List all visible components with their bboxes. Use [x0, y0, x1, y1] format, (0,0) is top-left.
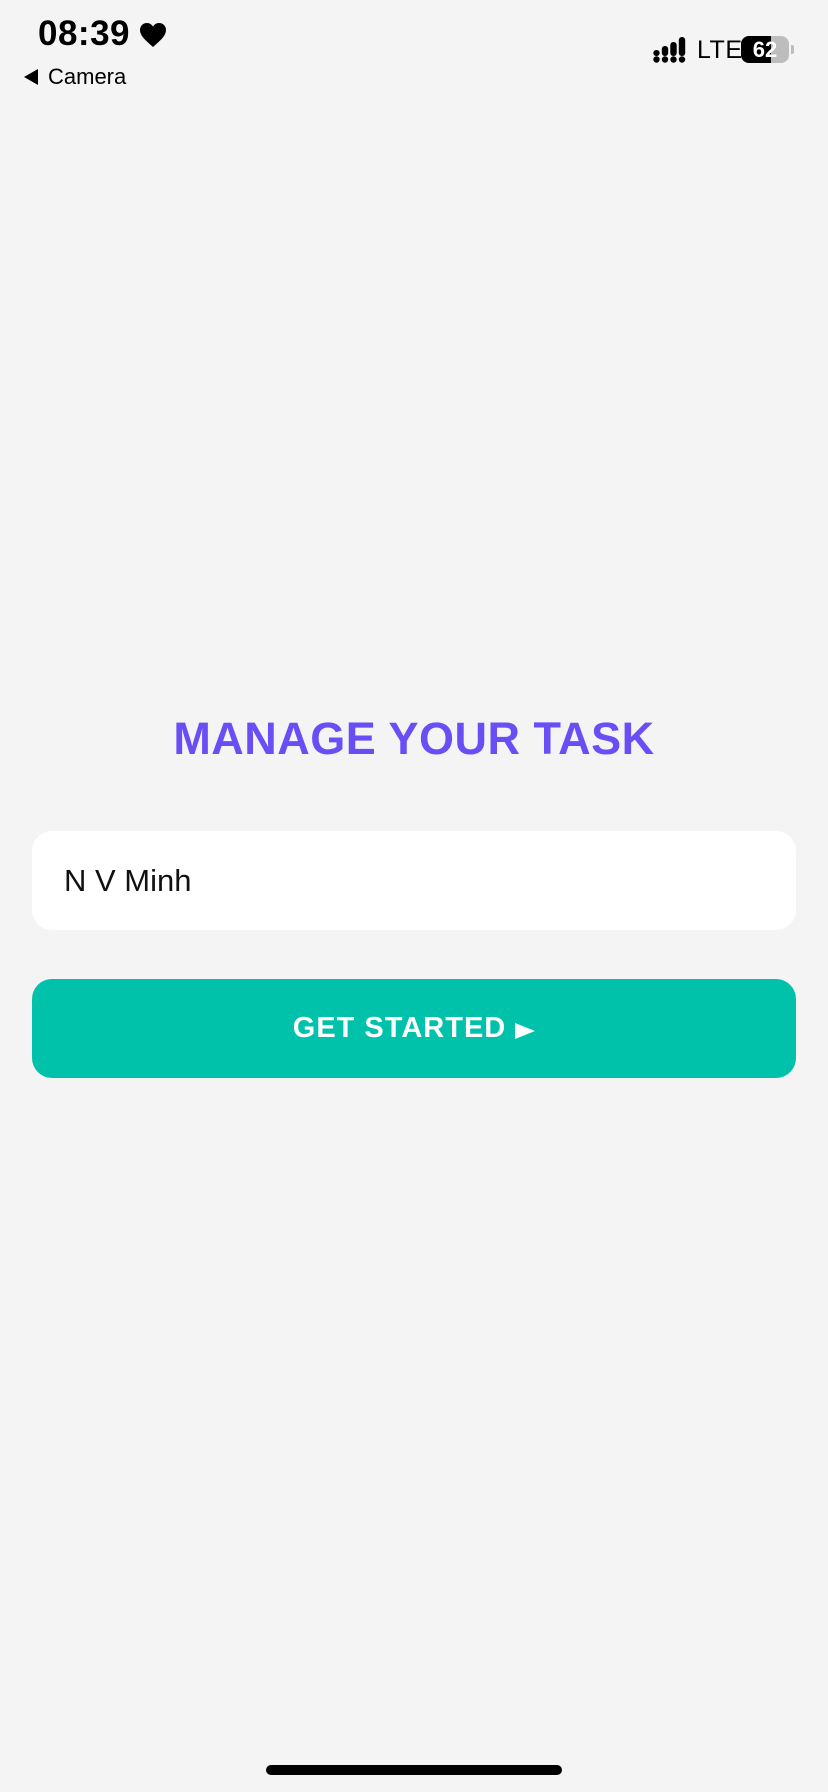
network-type: LTE — [697, 36, 743, 64]
battery-indicator: 62 — [741, 36, 795, 63]
back-arrow-icon — [24, 69, 38, 85]
status-bar: 08:39 Camera LTE 62 — [0, 0, 828, 100]
get-started-button[interactable]: GET STARTED — [32, 979, 796, 1078]
back-to-camera-link[interactable]: Camera — [24, 62, 126, 92]
home-indicator[interactable] — [266, 1765, 562, 1775]
play-arrow-icon — [515, 1022, 536, 1039]
heart-icon — [140, 23, 166, 47]
battery-tip — [791, 45, 794, 54]
signal-bars-icon — [653, 37, 686, 63]
battery-level: 62 — [752, 37, 778, 62]
name-input[interactable] — [32, 831, 796, 930]
back-link-label: Camera — [48, 64, 127, 89]
battery-body: 62 — [741, 36, 789, 63]
get-started-label: GET STARTED — [292, 1012, 507, 1044]
page-title: MANAGE YOUR TASK — [173, 713, 655, 764]
status-time: 08:39 — [38, 14, 131, 53]
